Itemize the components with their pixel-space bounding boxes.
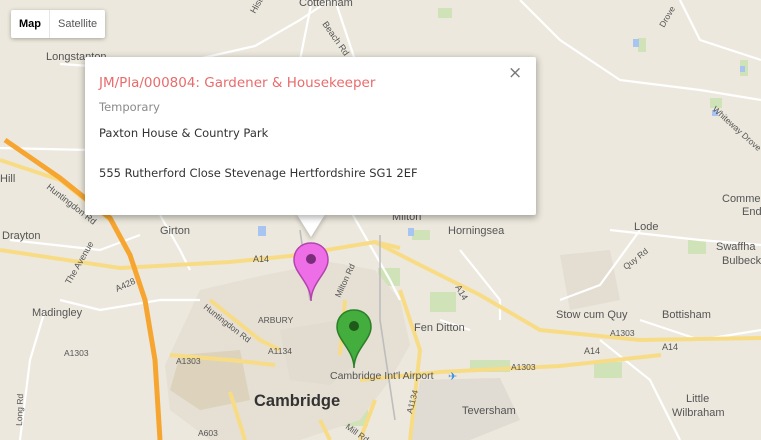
label-cottenham: Cottenham xyxy=(299,0,353,9)
label-quy-rd: Quy Rd xyxy=(621,246,650,272)
pink-marker[interactable] xyxy=(292,241,330,303)
job-type: Temporary xyxy=(99,100,160,114)
info-window-tail xyxy=(296,213,326,237)
label-hill: Hill xyxy=(0,173,15,185)
green-marker[interactable] xyxy=(335,308,373,370)
job-address: 555 Rutherford Close Stevenage Hertfords… xyxy=(99,166,418,180)
label-a1134: A1134 xyxy=(268,346,292,356)
info-window: JM/Pla/000804: Gardener & Housekeeper Te… xyxy=(85,57,536,215)
label-whiteway-drove: Whiteway Drove xyxy=(711,104,761,153)
label-long-rd: Long Rd xyxy=(14,393,25,426)
label-lode: Lode xyxy=(634,221,658,233)
label-bulbeck: Bulbeck xyxy=(722,255,761,267)
label-a603: A603 xyxy=(198,428,218,438)
label-mill-rd: Mill Rd xyxy=(344,421,371,440)
label-histon-rd: Histon Rd xyxy=(248,0,276,15)
label-a1134-south: A1134 xyxy=(404,389,420,415)
label-a1303-mid: A1303 xyxy=(176,356,201,366)
label-arbury: ARBURY xyxy=(258,315,294,325)
label-a14-west: A14 xyxy=(253,254,269,264)
label-a14-far: A14 xyxy=(584,346,600,356)
airport-icon: ✈ xyxy=(448,371,457,383)
label-wilbraham: Wilbraham xyxy=(672,407,725,419)
label-stow-cum-quy: Stow cum Quy xyxy=(556,309,628,321)
label-the-avenue: The Avenue xyxy=(63,240,96,286)
label-beach-rd: Beach Rd xyxy=(320,19,351,57)
close-icon[interactable]: × xyxy=(508,63,522,83)
label-a428: A428 xyxy=(114,276,137,294)
label-bottisham: Bottisham xyxy=(662,309,711,321)
label-a1303-right: A1303 xyxy=(511,362,536,372)
label-huntingdon-rd-2: Huntingdon Rd xyxy=(202,302,253,345)
label-commercial: Comme xyxy=(722,193,761,205)
map-type-control: Map Satellite xyxy=(11,10,106,38)
label-end: End xyxy=(742,206,761,218)
label-madingley: Madingley xyxy=(32,307,83,319)
label-a14-far-2: A14 xyxy=(662,342,678,352)
label-drayton: Drayton xyxy=(2,230,41,242)
label-cambridge: Cambridge xyxy=(254,392,340,410)
job-title-link[interactable]: JM/Pla/000804: Gardener & Housekeeper xyxy=(99,75,375,91)
label-a1303-left: A1303 xyxy=(64,348,89,358)
label-a14-east: A14 xyxy=(453,283,470,302)
label-swaffham: Swaffha xyxy=(716,241,756,253)
satellite-button[interactable]: Satellite xyxy=(49,10,105,38)
label-fen-ditton: Fen Ditton xyxy=(414,322,465,334)
label-girton: Girton xyxy=(160,225,190,237)
label-drove: Drove xyxy=(657,4,677,29)
map-button[interactable]: Map xyxy=(11,10,49,38)
label-milton-rd: Milton Rd xyxy=(333,262,357,299)
label-horningsea: Horningsea xyxy=(448,225,505,237)
label-teversham: Teversham xyxy=(462,405,516,417)
job-venue: Paxton House & Country Park xyxy=(99,126,269,140)
label-airport: Cambridge Int'l Airport xyxy=(330,370,434,382)
label-a1303-east: A1303 xyxy=(610,328,635,338)
label-little: Little xyxy=(686,393,709,405)
